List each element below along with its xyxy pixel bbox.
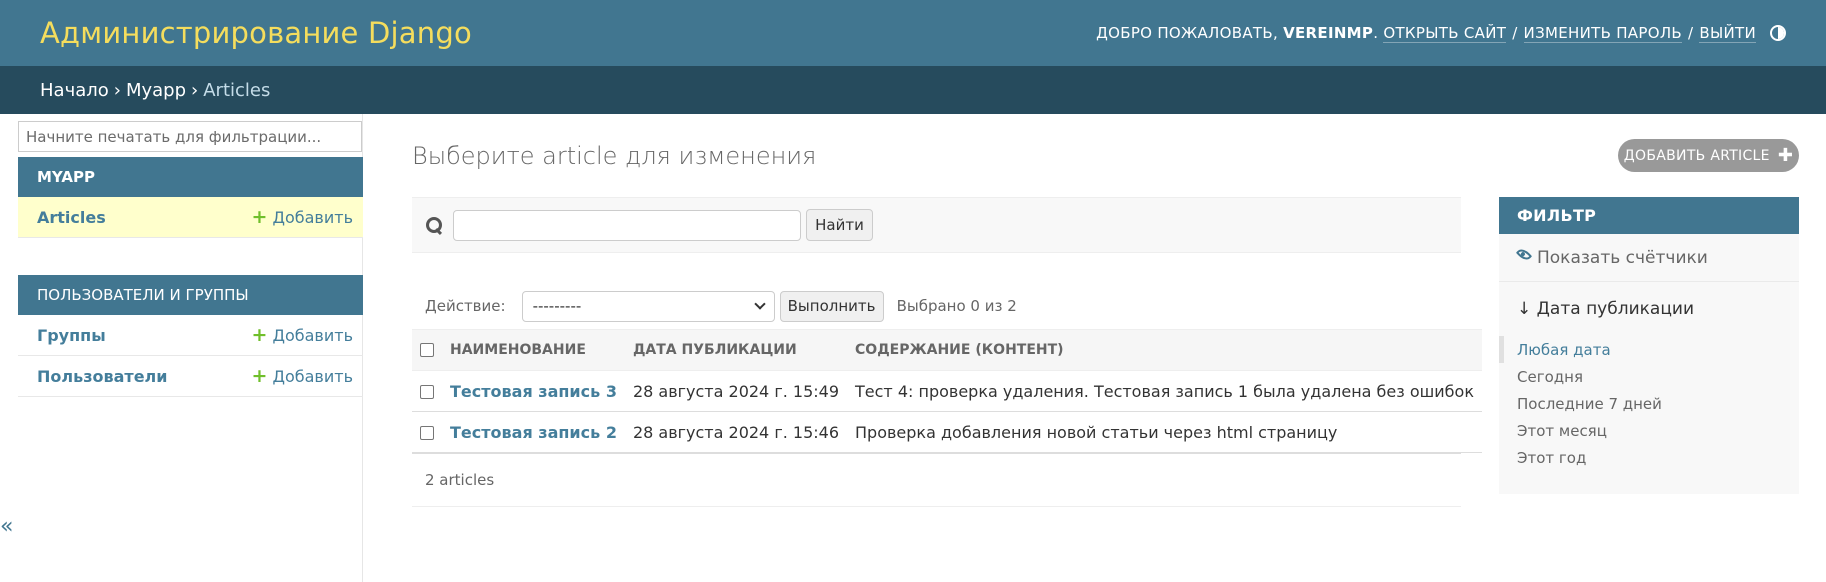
sidebar-item-users-link[interactable]: Пользователи <box>37 367 167 386</box>
select-all-header <box>412 329 442 371</box>
header: Администрирование Django Добро пожаловат… <box>0 0 1826 66</box>
eye-icon <box>1515 246 1533 263</box>
column-header-title[interactable]: Наименование <box>442 329 625 371</box>
breadcrumb-separator: › <box>113 79 121 101</box>
row-checkbox[interactable] <box>420 426 434 440</box>
filter-heading[interactable]: ↓ Дата публикации <box>1499 282 1799 336</box>
module-caption-auth[interactable]: Пользователи и группы <box>18 275 363 315</box>
user-tools: Добро пожаловать, VEREINMP. Открыть сайт… <box>1096 24 1786 43</box>
search-toolbar: Найти <box>412 197 1461 253</box>
add-article-button[interactable]: Добавить article ✚ <box>1618 139 1799 172</box>
filter-choice-last-7-days[interactable]: Последние 7 дней <box>1499 390 1799 417</box>
module-caption-myapp[interactable]: Myapp <box>18 157 363 197</box>
plus-icon: + <box>251 364 268 387</box>
row-title-cell: Тестовая запись 2 <box>442 411 625 453</box>
chevron-down-icon <box>753 298 766 310</box>
breadcrumb-app[interactable]: Myapp <box>126 80 186 101</box>
toggle-sidebar-icon[interactable]: « <box>0 514 13 539</box>
sidebar-item-articles-link[interactable]: Articles <box>37 208 106 227</box>
show-counts-link[interactable]: Показать счётчики <box>1499 234 1799 282</box>
filter-title: Фильтр <box>1499 197 1799 234</box>
sidebar-item-groups-link[interactable]: Группы <box>37 326 106 345</box>
add-article-label: Добавить article <box>1623 147 1770 164</box>
column-header-date[interactable]: Дата публикации <box>624 329 848 371</box>
table-row: Тестовая запись 3 28 августа 2024 г. 15:… <box>412 370 1482 412</box>
welcome-text: Добро пожаловать, <box>1096 24 1279 42</box>
add-label: Добавить <box>272 207 353 227</box>
search-button[interactable]: Найти <box>806 209 873 241</box>
search-input[interactable] <box>453 209 801 241</box>
site-branding[interactable]: Администрирование Django <box>40 16 472 50</box>
nav-sidebar: Myapp Articles +Добавить Пользователи и … <box>0 114 363 582</box>
paginator: 2 articles <box>412 453 1461 507</box>
filter-choice-this-month[interactable]: Этот месяц <box>1499 417 1799 444</box>
breadcrumb-separator: › <box>191 79 199 101</box>
actions-bar: Действие: --------- Выполнить Выбрано 0 … <box>412 284 1461 328</box>
module-auth: Пользователи и группы Группы + Добавить П… <box>18 275 363 397</box>
breadcrumb-current: Articles <box>203 79 271 101</box>
selection-counter: Выбрано 0 из 2 <box>896 297 1017 315</box>
breadcrumb: Начало › Myapp › Articles <box>0 66 1826 114</box>
page-title: Выберите article для изменения <box>412 142 817 170</box>
plus-icon: + <box>251 205 268 228</box>
sidebar-item-groups: Группы + Добавить <box>18 315 363 356</box>
row-title-link[interactable]: Тестовая запись 2 <box>450 423 617 442</box>
separator: / <box>1512 24 1518 42</box>
row-title-cell: Тестовая запись 3 <box>442 370 625 412</box>
view-site-link[interactable]: Открыть сайт <box>1383 24 1507 43</box>
logout-link[interactable]: Выйти <box>1699 24 1756 43</box>
change-password-link[interactable]: Изменить пароль <box>1523 24 1682 43</box>
row-content: Проверка добавления новой статьи через h… <box>847 411 1482 453</box>
changelist-filter: Фильтр Показать счётчики ↓ Дата публикац… <box>1499 197 1799 494</box>
table-row: Тестовая запись 2 28 августа 2024 г. 15:… <box>412 411 1482 453</box>
action-label: Действие: <box>425 297 506 315</box>
add-users-link[interactable]: + Добавить <box>251 364 353 387</box>
action-select[interactable]: --------- <box>521 290 775 322</box>
select-all-checkbox[interactable] <box>420 343 434 357</box>
run-action-button[interactable]: Выполнить <box>779 290 884 322</box>
filter-choices: Любая дата Сегодня Последние 7 дней Этот… <box>1499 336 1799 471</box>
table-header-row: Наименование Дата публикации Содержание … <box>412 329 1482 371</box>
add-groups-link[interactable]: + Добавить <box>251 323 353 346</box>
row-date: 28 августа 2024 г. 15:49 <box>624 370 848 412</box>
module-myapp: Myapp Articles + Добавить <box>18 157 363 238</box>
row-select-cell <box>412 370 442 412</box>
add-label: Добавить <box>272 325 353 345</box>
nav-filter-input[interactable] <box>18 121 362 152</box>
breadcrumb-home[interactable]: Начало <box>40 80 109 101</box>
plus-icon: ✚ <box>1777 145 1794 166</box>
row-checkbox[interactable] <box>420 385 434 399</box>
add-articles-link[interactable]: + Добавить <box>251 205 353 228</box>
separator: / <box>1688 24 1694 42</box>
filter-choice-this-year[interactable]: Этот год <box>1499 444 1799 471</box>
column-header-content[interactable]: Содержание (контент) <box>847 329 1482 371</box>
show-counts-label: Показать счётчики <box>1537 247 1708 268</box>
sidebar-item-users: Пользователи + Добавить <box>18 356 363 397</box>
row-select-cell <box>412 411 442 453</box>
search-icon <box>424 215 444 235</box>
row-content: Тест 4: проверка удаления. Тестовая запи… <box>847 370 1482 412</box>
username: VEREINMP <box>1283 24 1374 42</box>
add-label: Добавить <box>272 366 353 386</box>
plus-icon: + <box>251 323 268 346</box>
action-select-value: --------- <box>532 297 582 315</box>
row-title-link[interactable]: Тестовая запись 3 <box>450 382 617 401</box>
sidebar-item-articles: Articles + Добавить <box>18 197 363 238</box>
filter-choice-today[interactable]: Сегодня <box>1499 363 1799 390</box>
result-table: Наименование Дата публикации Содержание … <box>412 329 1482 453</box>
row-date: 28 августа 2024 г. 15:46 <box>624 411 848 453</box>
filter-choice-any-date[interactable]: Любая дата <box>1499 336 1799 363</box>
theme-toggle-icon[interactable] <box>1770 25 1786 41</box>
